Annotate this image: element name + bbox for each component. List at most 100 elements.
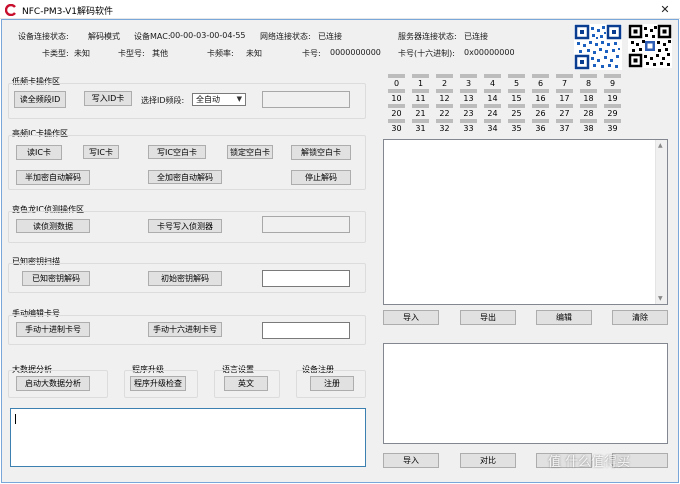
sector-number: 37 [559,124,570,133]
sector-number: 12 [439,94,450,103]
sector-row: 0 1 2 3 4 5 6 7 8 9 [388,79,658,88]
sector-indicator [532,104,549,108]
write-blank-ic-button[interactable]: 写IC空白卡 [148,145,206,159]
sector-indicator [388,104,405,108]
sector-number: 4 [489,79,496,88]
sector-number: 8 [585,79,592,88]
manual-decimal-card-button[interactable]: 手动十进制卡号 [16,322,90,337]
lock-blank-card-button[interactable]: 锁定空白卡 [227,145,273,159]
vertical-scrollbar[interactable]: ▲ ▼ [655,140,667,304]
sector-number: 26 [535,109,546,118]
low-freq-result-field[interactable] [262,91,350,108]
sector-indicator [484,74,501,78]
scroll-up-icon[interactable]: ▲ [658,142,663,149]
card-hex-value: 0x00000000 [464,48,515,57]
sector-number: 1 [417,79,424,88]
title-bar: NFC-PM3-V1解码软件 ✕ [0,0,680,19]
edit-button[interactable]: 编辑 [536,310,592,325]
import-button[interactable]: 导入 [383,310,439,325]
sector-number: 3 [465,79,472,88]
sector-indicator [484,119,501,123]
english-language-button[interactable]: 英文 [224,376,268,391]
sector-number: 30 [391,124,402,133]
known-key-decode-button[interactable]: 已知密钥解码 [22,271,90,286]
sector-number: 9 [609,79,616,88]
stop-decode-button[interactable]: 停止解码 [291,170,351,185]
read-all-band-id-button[interactable]: 读全频段ID [14,91,66,108]
text-caret [15,414,16,424]
known-key-input[interactable] [262,270,350,287]
sector-indicator [388,119,405,123]
sector-indicator [484,104,501,108]
sector-indicator [556,74,573,78]
export-button[interactable]: 导出 [460,310,516,325]
half-encrypt-auto-decode-button[interactable]: 半加密自动解码 [16,170,90,185]
read-ic-card-button[interactable]: 读IC卡 [16,145,62,160]
sector-indicator [412,104,429,108]
register-button[interactable]: 注册 [310,376,354,391]
sector-number: 10 [391,94,402,103]
card-type-value: 未知 [74,49,90,58]
sector-indicator [532,119,549,123]
sector-number: 36 [535,124,546,133]
sniffer-result-field[interactable] [262,216,350,233]
sector-number: 21 [415,109,426,118]
sector-indicator [436,104,453,108]
sector-number: 39 [607,124,618,133]
initial-key-decode-button[interactable]: 初始密钥解码 [148,271,222,286]
sector-indicator [580,89,597,93]
read-sniffer-data-button[interactable]: 读侦测数据 [16,219,90,233]
sector-number: 0 [393,79,400,88]
sector-indicator [604,74,621,78]
start-bigdata-analysis-button[interactable]: 启动大数据分析 [16,376,90,391]
sector-indicator [460,104,477,108]
id-band-select[interactable]: 全自动 ▼ [192,93,246,106]
sector-row: 20 21 22 23 24 25 26 27 28 29 [388,109,658,118]
site-watermark: 值 什么值得买 [548,455,631,470]
sector-number: 22 [439,109,450,118]
id-band-label: 选择ID频段: [141,96,185,105]
sector-bar-row [388,89,658,93]
sector-indicator [412,119,429,123]
full-encrypt-auto-decode-button[interactable]: 全加密自动解码 [148,170,222,184]
sector-indicator [436,74,453,78]
app-logo-icon [4,3,17,17]
sector-row: 30 31 32 33 34 35 36 37 38 39 [388,124,658,133]
sector-indicator [436,119,453,123]
log-textbox[interactable] [10,408,366,467]
unlock-blank-card-button[interactable]: 解锁空白卡 [291,145,351,160]
sector-number: 14 [487,94,498,103]
import-compare-button[interactable]: 导入 [383,453,439,468]
compare-data-list[interactable] [383,343,668,444]
write-ic-card-button[interactable]: 写IC卡 [83,145,119,159]
write-card-to-detector-button[interactable]: 卡号写入侦测器 [148,219,222,233]
sector-bar-row [388,74,658,78]
card-data-list[interactable]: ▲ ▼ [383,139,668,305]
write-id-card-button[interactable]: 写入ID卡 [84,91,132,106]
card-hex-label: 卡号(十六进制): [398,49,455,58]
sector-indicator [604,89,621,93]
close-button[interactable]: ✕ [650,0,680,19]
sector-number: 20 [391,109,402,118]
card-model-label: 卡型号: [118,49,145,58]
sector-indicator [580,74,597,78]
scroll-down-icon[interactable]: ▼ [658,295,663,302]
sector-indicator [556,89,573,93]
manual-card-input[interactable] [262,322,350,339]
card-number-value: 0000000000 [330,48,381,57]
clear-button[interactable]: 清除 [612,310,668,325]
sector-indicator [508,104,525,108]
compare-button[interactable]: 对比 [460,453,516,468]
sector-indicator [556,104,573,108]
sector-grid: 0123456789 10 11 12 13 14 15 16 17 18 19 20 21 22 23… [388,74,658,136]
sector-indicator [436,89,453,93]
manual-hex-card-button[interactable]: 手动十六进制卡号 [148,322,222,337]
check-upgrade-button[interactable]: 程序升级检查 [130,376,186,391]
mac-label: 设备MAC: [134,32,171,41]
sector-number: 5 [513,79,520,88]
sector-indicator [556,119,573,123]
sector-number: 28 [583,109,594,118]
sector-number: 33 [463,124,474,133]
sector-number: 25 [511,109,522,118]
sector-number: 24 [487,109,498,118]
